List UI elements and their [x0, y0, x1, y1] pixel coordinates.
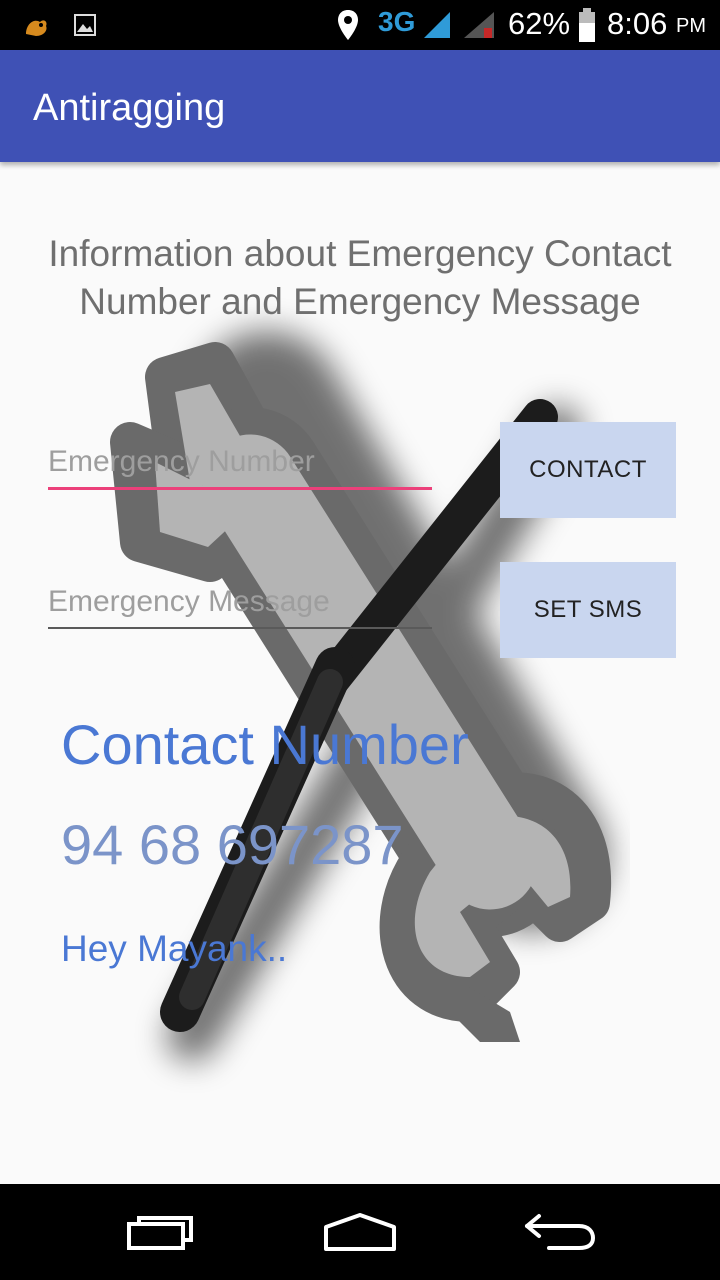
- battery-percent: 62%: [508, 6, 571, 41]
- contact-number-value: 94 68 697287: [61, 813, 404, 876]
- app-title: Antiragging: [33, 87, 226, 129]
- emergency-number-field[interactable]: [48, 445, 432, 490]
- status-bar: 3G 62% 8:06 PM: [0, 0, 720, 50]
- contact-button[interactable]: CONTACT: [500, 422, 676, 518]
- clock-ampm: PM: [676, 15, 706, 37]
- home-icon: [324, 1213, 396, 1251]
- network-arrows-icon: [424, 12, 450, 38]
- back-button[interactable]: [510, 1204, 610, 1260]
- uc-browser-icon: [26, 20, 47, 36]
- input-underline: [48, 627, 432, 629]
- clock-time: 8:06: [607, 6, 668, 41]
- main-content: Information about Emergency Contact Numb…: [0, 162, 720, 1184]
- emergency-message-field[interactable]: [48, 585, 432, 629]
- location-icon: [338, 10, 358, 40]
- battery-icon: [579, 8, 595, 42]
- gallery-icon: [74, 14, 96, 36]
- recent-apps-button[interactable]: [110, 1204, 210, 1260]
- emergency-number-input[interactable]: [48, 445, 432, 479]
- set-sms-button[interactable]: SET SMS: [500, 562, 676, 658]
- signal-icon: [464, 12, 494, 38]
- back-icon: [525, 1214, 596, 1250]
- home-button[interactable]: [310, 1204, 410, 1260]
- contact-number-heading: Contact Number: [61, 713, 469, 776]
- network-3g-icon: 3G: [378, 6, 416, 37]
- emergency-message-value: Hey Mayank..: [61, 928, 288, 969]
- emergency-message-input[interactable]: [48, 585, 432, 619]
- input-underline-focused: [48, 487, 432, 490]
- app-toolbar: Antiragging: [0, 50, 720, 162]
- info-text: Information about Emergency Contact Numb…: [48, 233, 672, 322]
- navigation-bar: [0, 1184, 720, 1280]
- recent-apps-icon: [127, 1216, 193, 1250]
